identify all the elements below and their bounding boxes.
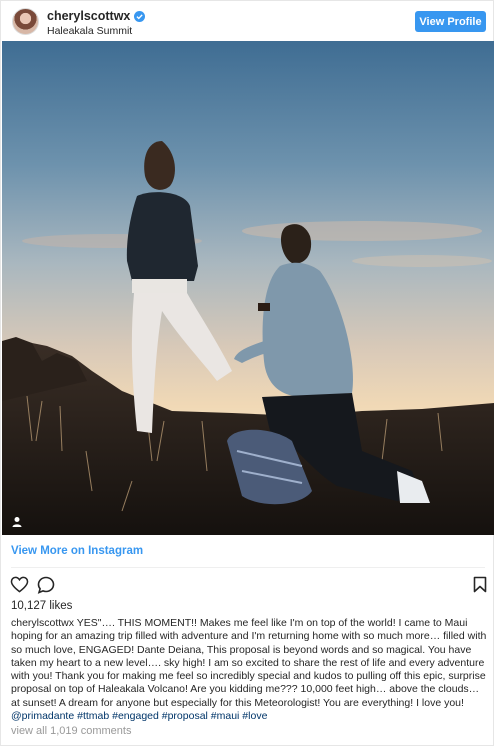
verified-badge-icon — [134, 10, 146, 22]
heart-icon[interactable] — [10, 576, 29, 593]
instagram-embed-card: cherylscottwx Haleakala Summit View Prof… — [0, 0, 494, 746]
username[interactable]: cherylscottwx — [47, 9, 130, 23]
caption-username[interactable]: cherylscottwx — [11, 617, 74, 629]
username-row: cherylscottwx — [47, 9, 146, 23]
likes-count[interactable]: 10,127 likes — [11, 600, 72, 612]
bookmark-icon[interactable] — [473, 576, 487, 593]
post-header: cherylscottwx Haleakala Summit View Prof… — [1, 1, 493, 41]
caption: cherylscottwx YES"…. THIS MOMENT!! Makes… — [11, 617, 487, 723]
post-photo[interactable] — [2, 41, 494, 535]
view-more-link[interactable]: View More on Instagram — [11, 545, 143, 557]
caption-hashtags[interactable]: @primadante #ttmab #engaged #proposal #m… — [11, 710, 267, 722]
divider — [11, 567, 485, 568]
person-icon[interactable] — [11, 516, 23, 528]
view-profile-button[interactable]: View Profile — [415, 11, 486, 32]
caption-text: YES"…. THIS MOMENT!! Makes me feel like … — [11, 617, 487, 709]
avatar[interactable] — [12, 8, 39, 35]
view-all-comments-link[interactable]: view all 1,019 comments — [11, 725, 131, 737]
proposal-photo — [2, 41, 494, 535]
comment-icon[interactable] — [37, 576, 55, 594]
location[interactable]: Haleakala Summit — [47, 25, 132, 37]
